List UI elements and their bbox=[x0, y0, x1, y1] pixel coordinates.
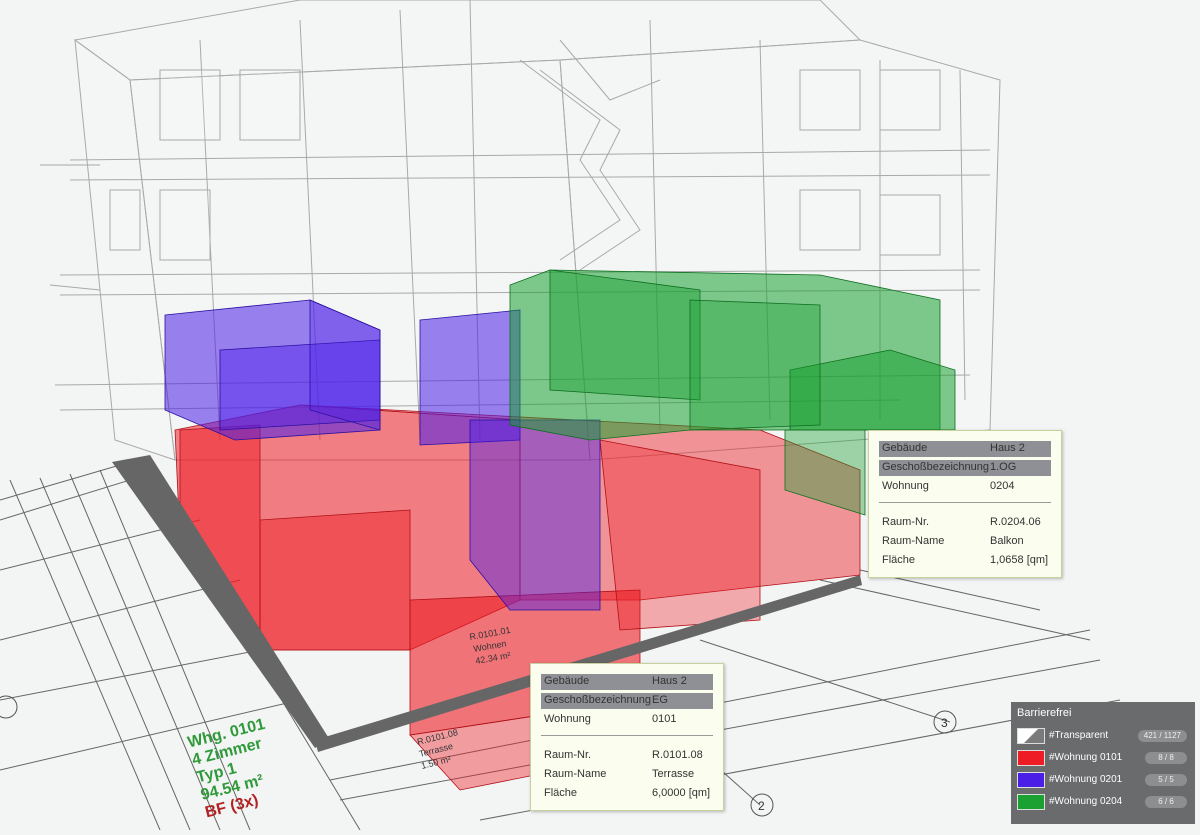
tooltip-raum-name-value: Balkon bbox=[990, 535, 1024, 547]
legend-item-transparent[interactable]: #Transparent 421 / 1127 bbox=[1017, 726, 1189, 746]
tooltip-wohnung-label: Wohnung bbox=[882, 480, 929, 492]
tooltip-gebaeude-value: Haus 2 bbox=[652, 675, 687, 687]
tooltip-wohnung-value: 0204 bbox=[990, 480, 1015, 492]
tooltip-raum-name-label: Raum-Name bbox=[882, 535, 945, 547]
tooltip-geschoss-value: 1.OG bbox=[990, 461, 1017, 473]
legend-item-wohnung-0204[interactable]: #Wohnung 0204 6 / 6 bbox=[1017, 792, 1189, 812]
tooltip-flaeche-label: Fläche bbox=[882, 554, 916, 566]
axis-label-3: 3 bbox=[941, 716, 948, 730]
tooltip-geschoss-value: EG bbox=[652, 694, 668, 706]
legend-item-label: #Wohnung 0204 bbox=[1049, 796, 1123, 807]
tooltip-gebaeude-value: Haus 2 bbox=[990, 442, 1025, 454]
tooltip-flaeche-value: 1,0658 [qm] bbox=[990, 554, 1049, 566]
green-swatch-icon bbox=[1017, 794, 1045, 810]
legend-item-wohnung-0201[interactable]: #Wohnung 0201 5 / 5 bbox=[1017, 770, 1189, 790]
legend-title: Barrierefrei bbox=[1017, 707, 1072, 719]
3d-model-viewport[interactable]: 2 3 R.0101.08 Terrasse 1.50 m² R.0101.01… bbox=[0, 0, 1200, 831]
legend-item-count: 8 / 8 bbox=[1145, 752, 1187, 764]
legend-item-count: 421 / 1127 bbox=[1137, 730, 1187, 742]
legend-item-label: #Wohnung 0201 bbox=[1049, 774, 1123, 785]
tooltip-raum-nr-value: R.0101.08 bbox=[652, 749, 703, 761]
legend-item-label: #Transparent bbox=[1049, 730, 1109, 741]
legend-item-label: #Wohnung 0101 bbox=[1049, 752, 1123, 763]
legend-item-count: 5 / 5 bbox=[1145, 774, 1187, 786]
tooltip-raum-name-label: Raum-Name bbox=[544, 768, 607, 780]
tooltip-wohnung-value: 0101 bbox=[652, 713, 677, 725]
tooltip-raum-nr-label: Raum-Nr. bbox=[544, 749, 592, 761]
tooltip-flaeche-label: Fläche bbox=[544, 787, 578, 799]
legend-panel: Barrierefrei #Transparent 421 / 1127 #Wo… bbox=[1011, 702, 1195, 824]
tooltip-raum-nr-value: R.0204.06 bbox=[990, 516, 1041, 528]
axis-label-2: 2 bbox=[758, 799, 765, 813]
tooltip-raum-nr-label: Raum-Nr. bbox=[882, 516, 930, 528]
tooltip-raum-name-value: Terrasse bbox=[652, 768, 695, 780]
purple-swatch-icon bbox=[1017, 772, 1045, 788]
tooltip-flaeche-value: 6,0000 [qm] bbox=[652, 787, 711, 799]
legend-item-count: 6 / 6 bbox=[1145, 796, 1187, 808]
tooltip-geschoss-label: Geschoßbezeichnung bbox=[882, 461, 990, 473]
tooltip-room-0101: Gebäude Haus 2 Geschoßbezeichnung EG Woh… bbox=[530, 663, 724, 811]
tooltip-geschoss-label: Geschoßbezeichnung bbox=[544, 694, 652, 706]
tooltip-gebaeude-label: Gebäude bbox=[882, 442, 928, 454]
legend-item-wohnung-0101[interactable]: #Wohnung 0101 8 / 8 bbox=[1017, 748, 1189, 768]
transparent-swatch-icon bbox=[1017, 728, 1045, 744]
tooltip-separator bbox=[541, 735, 713, 736]
tooltip-room-0204: Gebäude Haus 2 Geschoßbezeichnung 1.OG W… bbox=[868, 430, 1062, 578]
tooltip-wohnung-label: Wohnung bbox=[544, 713, 591, 725]
tooltip-gebaeude-label: Gebäude bbox=[544, 675, 590, 687]
tooltip-separator bbox=[879, 502, 1051, 503]
red-swatch-icon bbox=[1017, 750, 1045, 766]
